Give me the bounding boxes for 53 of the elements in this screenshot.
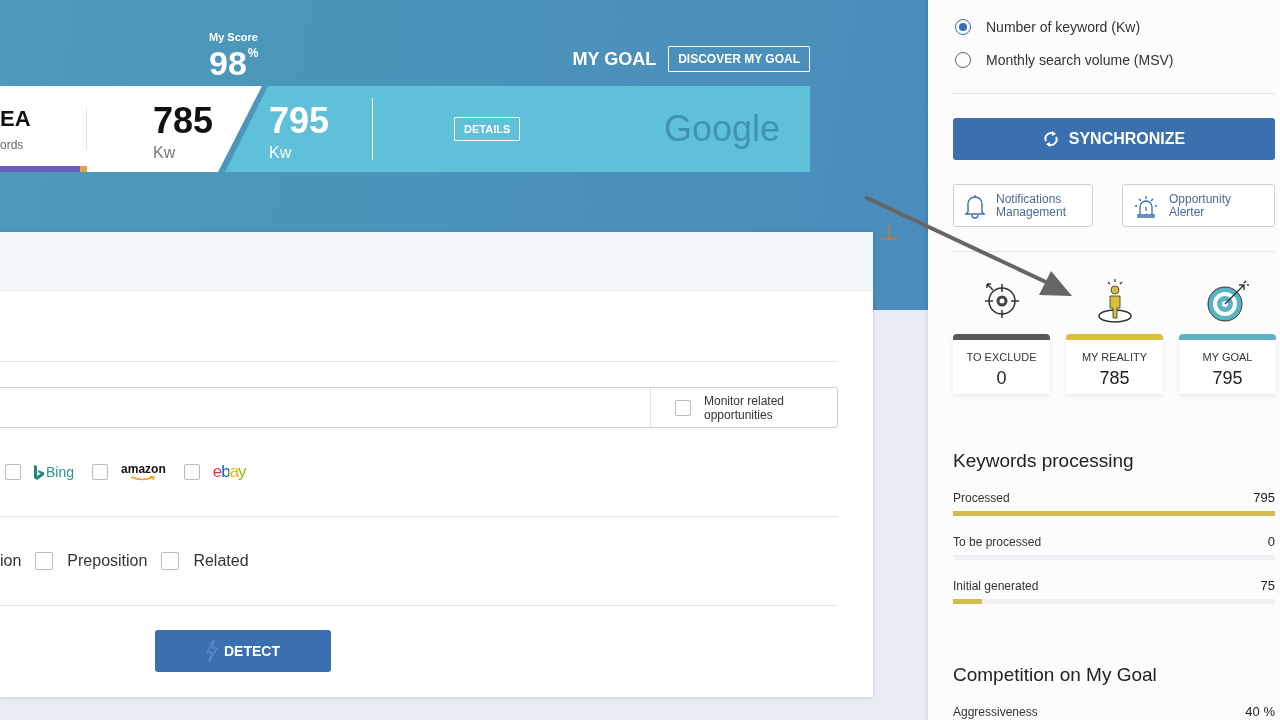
bell-icon: [964, 192, 986, 219]
reality-value: 785: [153, 102, 214, 140]
counter-value: 785: [1099, 368, 1130, 389]
detect-button[interactable]: DETECT: [155, 630, 331, 672]
counter-label: TO EXCLUDE: [966, 351, 1037, 363]
section-title: Competition on My Goal: [953, 664, 1158, 686]
checkbox-label: Monitor related opportunities: [704, 393, 786, 422]
option-label: Preposition: [67, 552, 148, 570]
counter-value: 0: [996, 368, 1007, 389]
metric-value: 795: [1253, 490, 1275, 505]
radio-label: Monthly search volume (MSV): [986, 51, 1174, 68]
project-title: EA: [0, 106, 32, 132]
lightning-icon: [206, 640, 218, 662]
metric-value: 0: [1267, 534, 1275, 549]
checkbox[interactable]: [35, 552, 54, 570]
checkbox[interactable]: [675, 399, 691, 416]
metric-label: Aggressiveness: [953, 705, 1038, 719]
sync-icon: [1042, 130, 1059, 148]
checkbox[interactable]: [161, 552, 180, 570]
goal-value: 795: [269, 102, 330, 140]
metric-value: 40 %: [1245, 704, 1275, 719]
metric-label: To be processed: [953, 535, 1042, 549]
section-title: Keywords processing: [953, 450, 1135, 472]
option-label: ion: [0, 552, 22, 570]
counter-label: MY GOAL: [1202, 351, 1253, 363]
keyword-input-field[interactable]: Monitor related opportunities: [0, 387, 838, 428]
counter-label: MY REALITY: [1081, 351, 1148, 363]
crosshair-cursor-icon: [880, 225, 898, 241]
goal-title: MY GOAL: [572, 48, 657, 70]
counter-value: 795: [1212, 368, 1243, 389]
checkbox[interactable]: [92, 464, 109, 480]
score-unit: %: [247, 45, 259, 62]
radio-label: Number of keyword (Kw): [986, 18, 1141, 35]
score-label: My Score: [209, 30, 259, 44]
reality-unit: Kw: [153, 144, 177, 162]
engine-label: ebay: [212, 462, 246, 482]
tool-button[interactable]: Opportunity Alerter: [1122, 184, 1275, 227]
project-subtitle: ords: [0, 138, 25, 152]
goal-unit: Kw: [269, 144, 293, 162]
discover-goal-button[interactable]: DISCOVER MY GOAL: [668, 46, 810, 72]
score-value: 98: [209, 44, 247, 82]
checkbox[interactable]: [183, 464, 200, 480]
engine-label: Bing: [46, 464, 75, 480]
smile-icon: [129, 476, 158, 481]
metric-label: Processed: [953, 491, 1010, 505]
option-label: Related: [193, 552, 249, 570]
tool-button[interactable]: Notifications Management: [953, 184, 1093, 227]
synchronize-button[interactable]: SYNCHRONIZE: [953, 118, 1275, 160]
bing-logo-icon: [34, 464, 44, 480]
metric-label: Initial generated: [953, 579, 1039, 593]
engine-label: amazon: [121, 463, 166, 476]
checkbox[interactable]: [5, 464, 21, 480]
metric-value: 75: [1260, 578, 1275, 593]
